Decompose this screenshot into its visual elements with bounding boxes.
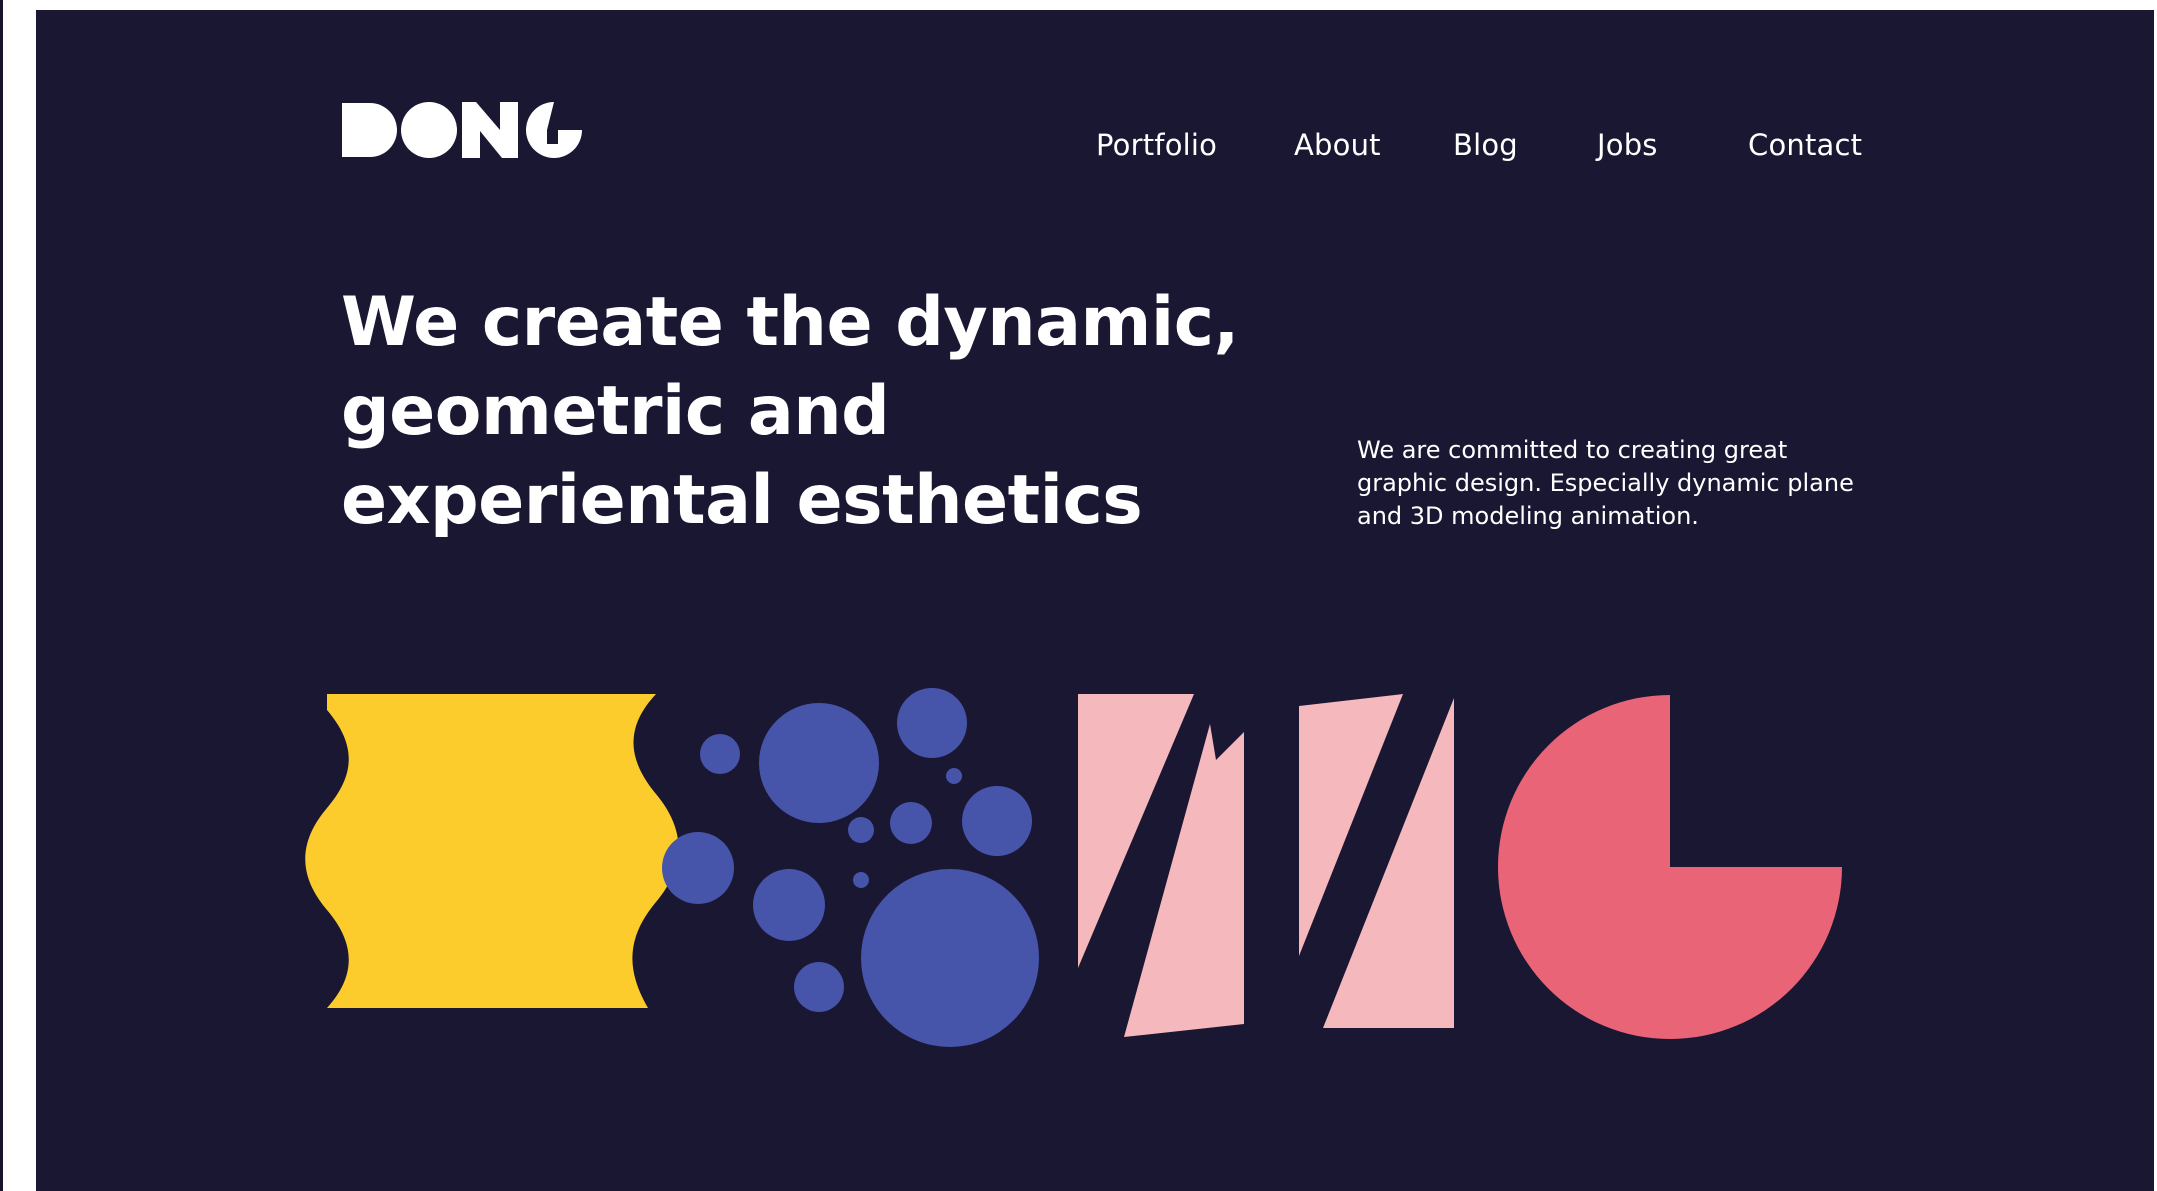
left-border [0, 0, 3, 1191]
nav-jobs[interactable]: Jobs [1597, 128, 1658, 162]
hero-heading-line: We create the dynamic, [341, 283, 1239, 362]
nav-about[interactable]: About [1294, 128, 1381, 162]
hero-heading: We create the dynamic, geometric and exp… [341, 278, 1341, 545]
yellow-wave-shape [305, 694, 679, 1008]
hero-heading-line: experiental esthetics [341, 461, 1143, 540]
hero-description-line: and 3D modeling animation. [1357, 502, 1699, 530]
blue-circle [662, 832, 734, 904]
coral-pie-shape [1498, 695, 1842, 1039]
pink-slash-shape [1299, 694, 1403, 956]
blue-circle [861, 869, 1039, 1047]
pink-slashes [1078, 694, 1454, 1037]
blue-circle [753, 869, 825, 941]
landing-page: Portfolio About Blog Jobs Contact We cre… [36, 10, 2154, 1191]
nav-blog[interactable]: Blog [1453, 128, 1518, 162]
pink-slash-shape [1124, 724, 1244, 1037]
blue-circle [946, 768, 962, 784]
blue-circle [848, 817, 874, 843]
blue-circle [890, 802, 932, 844]
blue-circle [794, 962, 844, 1012]
hero-description-line: graphic design. Especially dynamic plane [1357, 469, 1854, 497]
pink-slash-shape [1323, 698, 1454, 1028]
geometric-illustration [305, 688, 1842, 1047]
blue-circle [897, 688, 967, 758]
nav-portfolio[interactable]: Portfolio [1096, 128, 1217, 162]
main-nav: Portfolio About Blog Jobs Contact [1096, 128, 1896, 178]
blue-circle [962, 786, 1032, 856]
dong-logo-mark [342, 102, 582, 158]
logo[interactable] [342, 100, 582, 170]
blue-circles [662, 688, 1039, 1047]
hero-description: We are committed to creating great graph… [1357, 434, 1917, 533]
hero-heading-line: geometric and [341, 372, 890, 451]
nav-contact[interactable]: Contact [1748, 128, 1862, 162]
blue-circle [759, 703, 879, 823]
pink-slash-shape [1078, 694, 1194, 968]
blue-circle [853, 872, 869, 888]
blue-circle [700, 734, 740, 774]
hero-description-line: We are committed to creating great [1357, 436, 1788, 464]
